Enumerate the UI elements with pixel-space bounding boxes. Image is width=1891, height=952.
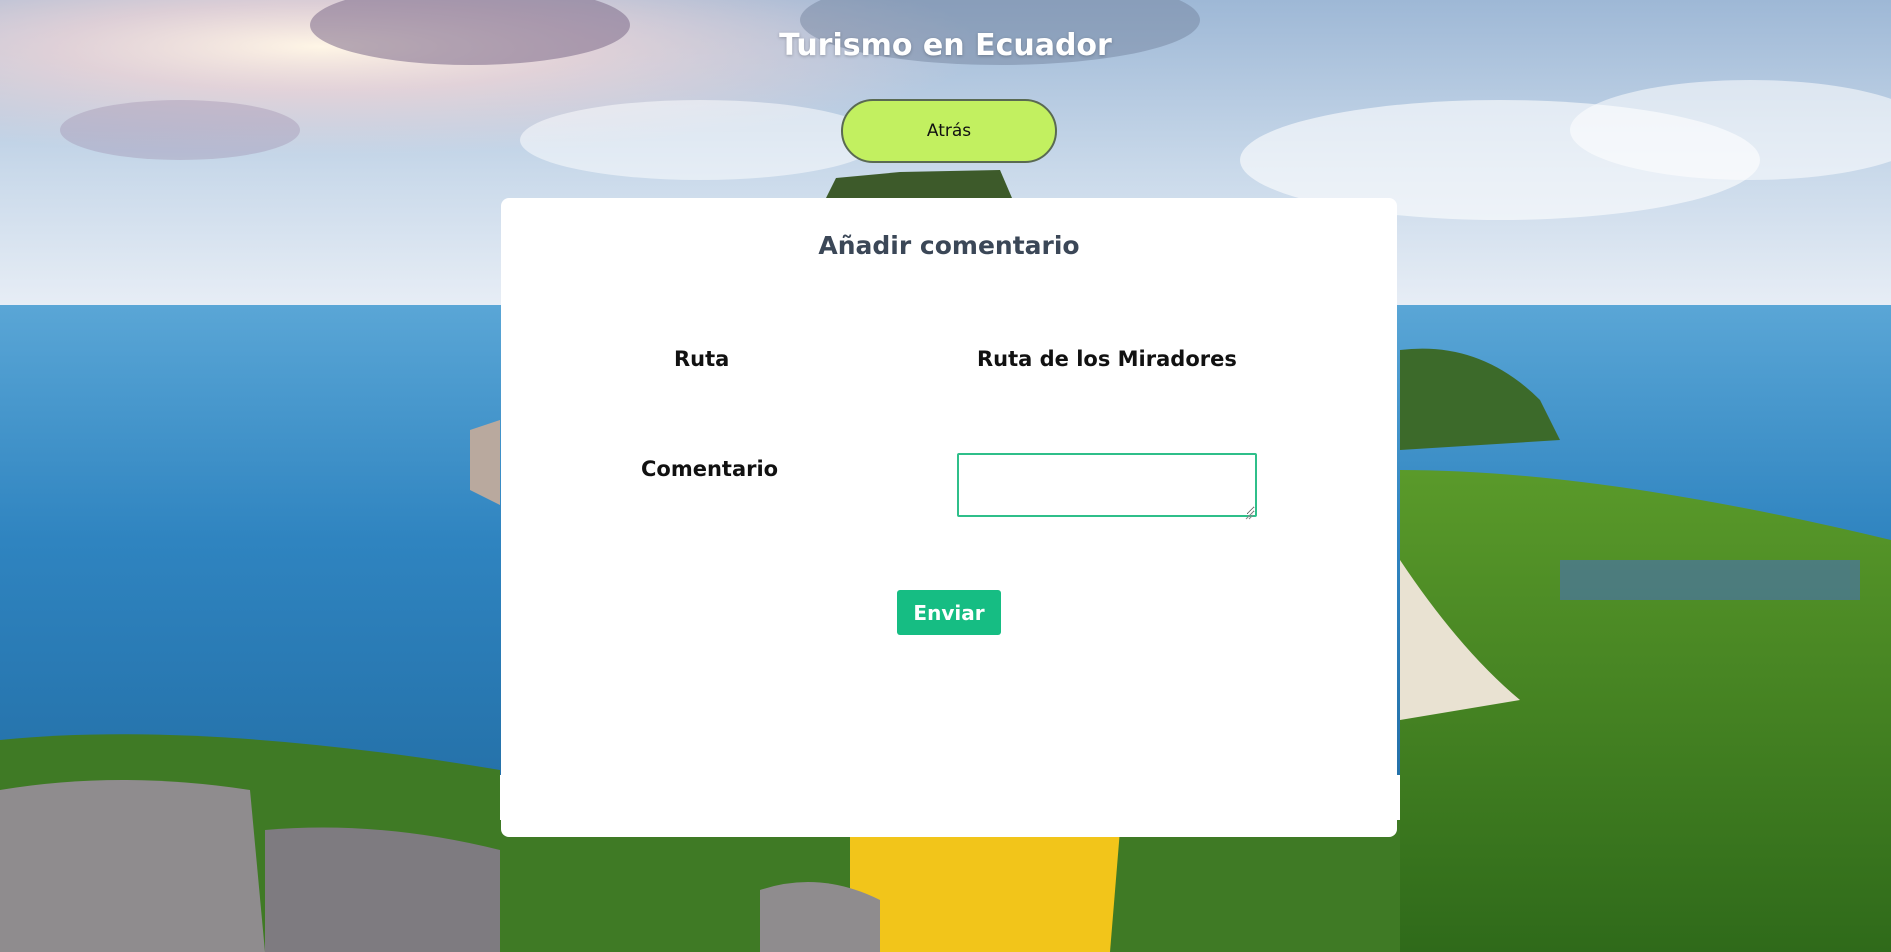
comment-form-card: Añadir comentario Ruta Ruta de los Mirad…: [501, 198, 1397, 837]
comment-textarea[interactable]: [957, 453, 1257, 517]
route-value: Ruta de los Miradores: [977, 347, 1237, 371]
site-title: Turismo en Ecuador: [779, 28, 1112, 63]
comment-label: Comentario: [641, 457, 779, 481]
resize-grip-icon[interactable]: [1245, 505, 1254, 520]
submit-button[interactable]: Enviar: [897, 590, 1001, 635]
back-button[interactable]: Atrás: [841, 99, 1057, 163]
form-title: Añadir comentario: [818, 231, 1080, 260]
page: Turismo en Ecuador Atrás Añadir comentar…: [0, 0, 1891, 952]
route-label: Ruta: [674, 347, 730, 371]
